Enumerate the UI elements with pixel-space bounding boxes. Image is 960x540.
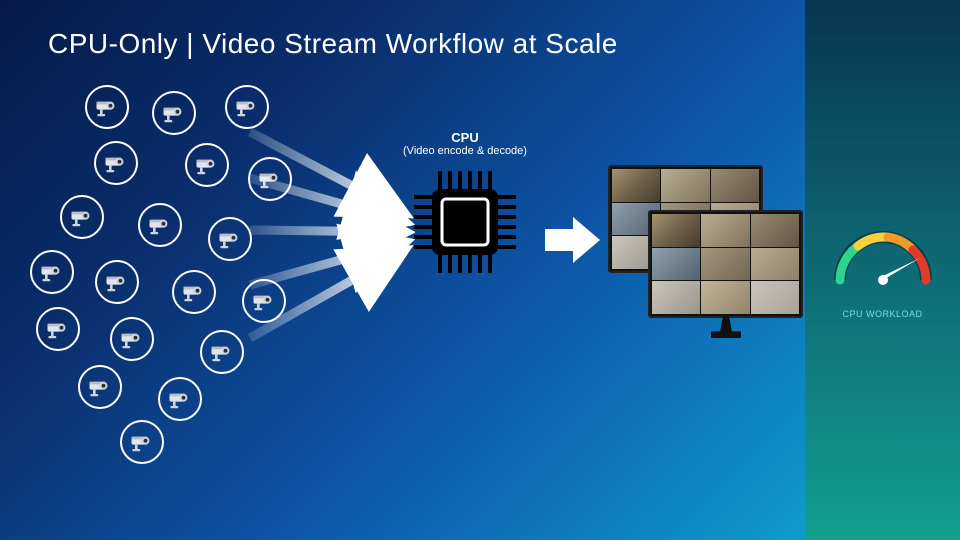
camera-icon: [208, 217, 252, 261]
cpu-chip-icon: [410, 167, 520, 277]
cpu-sublabel: (Video encode & decode): [395, 145, 535, 157]
monitor-stand: [711, 316, 741, 338]
camera-icon: [225, 85, 269, 129]
camera-icon: [78, 365, 122, 409]
gauge-icon: [828, 222, 938, 302]
camera-icon: [248, 157, 292, 201]
camera-icon: [30, 250, 74, 294]
camera-icon: [60, 195, 104, 239]
camera-icon: [138, 203, 182, 247]
camera-icon: [185, 143, 229, 187]
camera-icon: [152, 91, 196, 135]
camera-icon: [242, 279, 286, 323]
sidebar-panel: CPU WORKLOAD: [805, 0, 960, 540]
cpu-block: CPU (Video encode & decode): [395, 130, 535, 282]
camera-icon: [36, 307, 80, 351]
camera-icon: [200, 330, 244, 374]
slide-title: CPU-Only | Video Stream Workflow at Scal…: [48, 28, 618, 60]
cpu-workload-gauge: CPU WORKLOAD: [828, 222, 938, 319]
camera-icon: [94, 141, 138, 185]
camera-icon: [158, 377, 202, 421]
gauge-label: CPU WORKLOAD: [828, 309, 938, 319]
monitor-group: [608, 165, 808, 355]
slide-stage: CPU-Only | Video Stream Workflow at Scal…: [0, 0, 960, 540]
camera-cluster: [30, 85, 330, 455]
camera-icon: [85, 85, 129, 129]
camera-icon: [120, 420, 164, 464]
camera-icon: [110, 317, 154, 361]
monitor-front: [648, 210, 803, 318]
camera-icon: [95, 260, 139, 304]
cpu-label: CPU: [395, 130, 535, 145]
arrow-to-monitors-icon: [545, 215, 600, 265]
camera-icon: [172, 270, 216, 314]
